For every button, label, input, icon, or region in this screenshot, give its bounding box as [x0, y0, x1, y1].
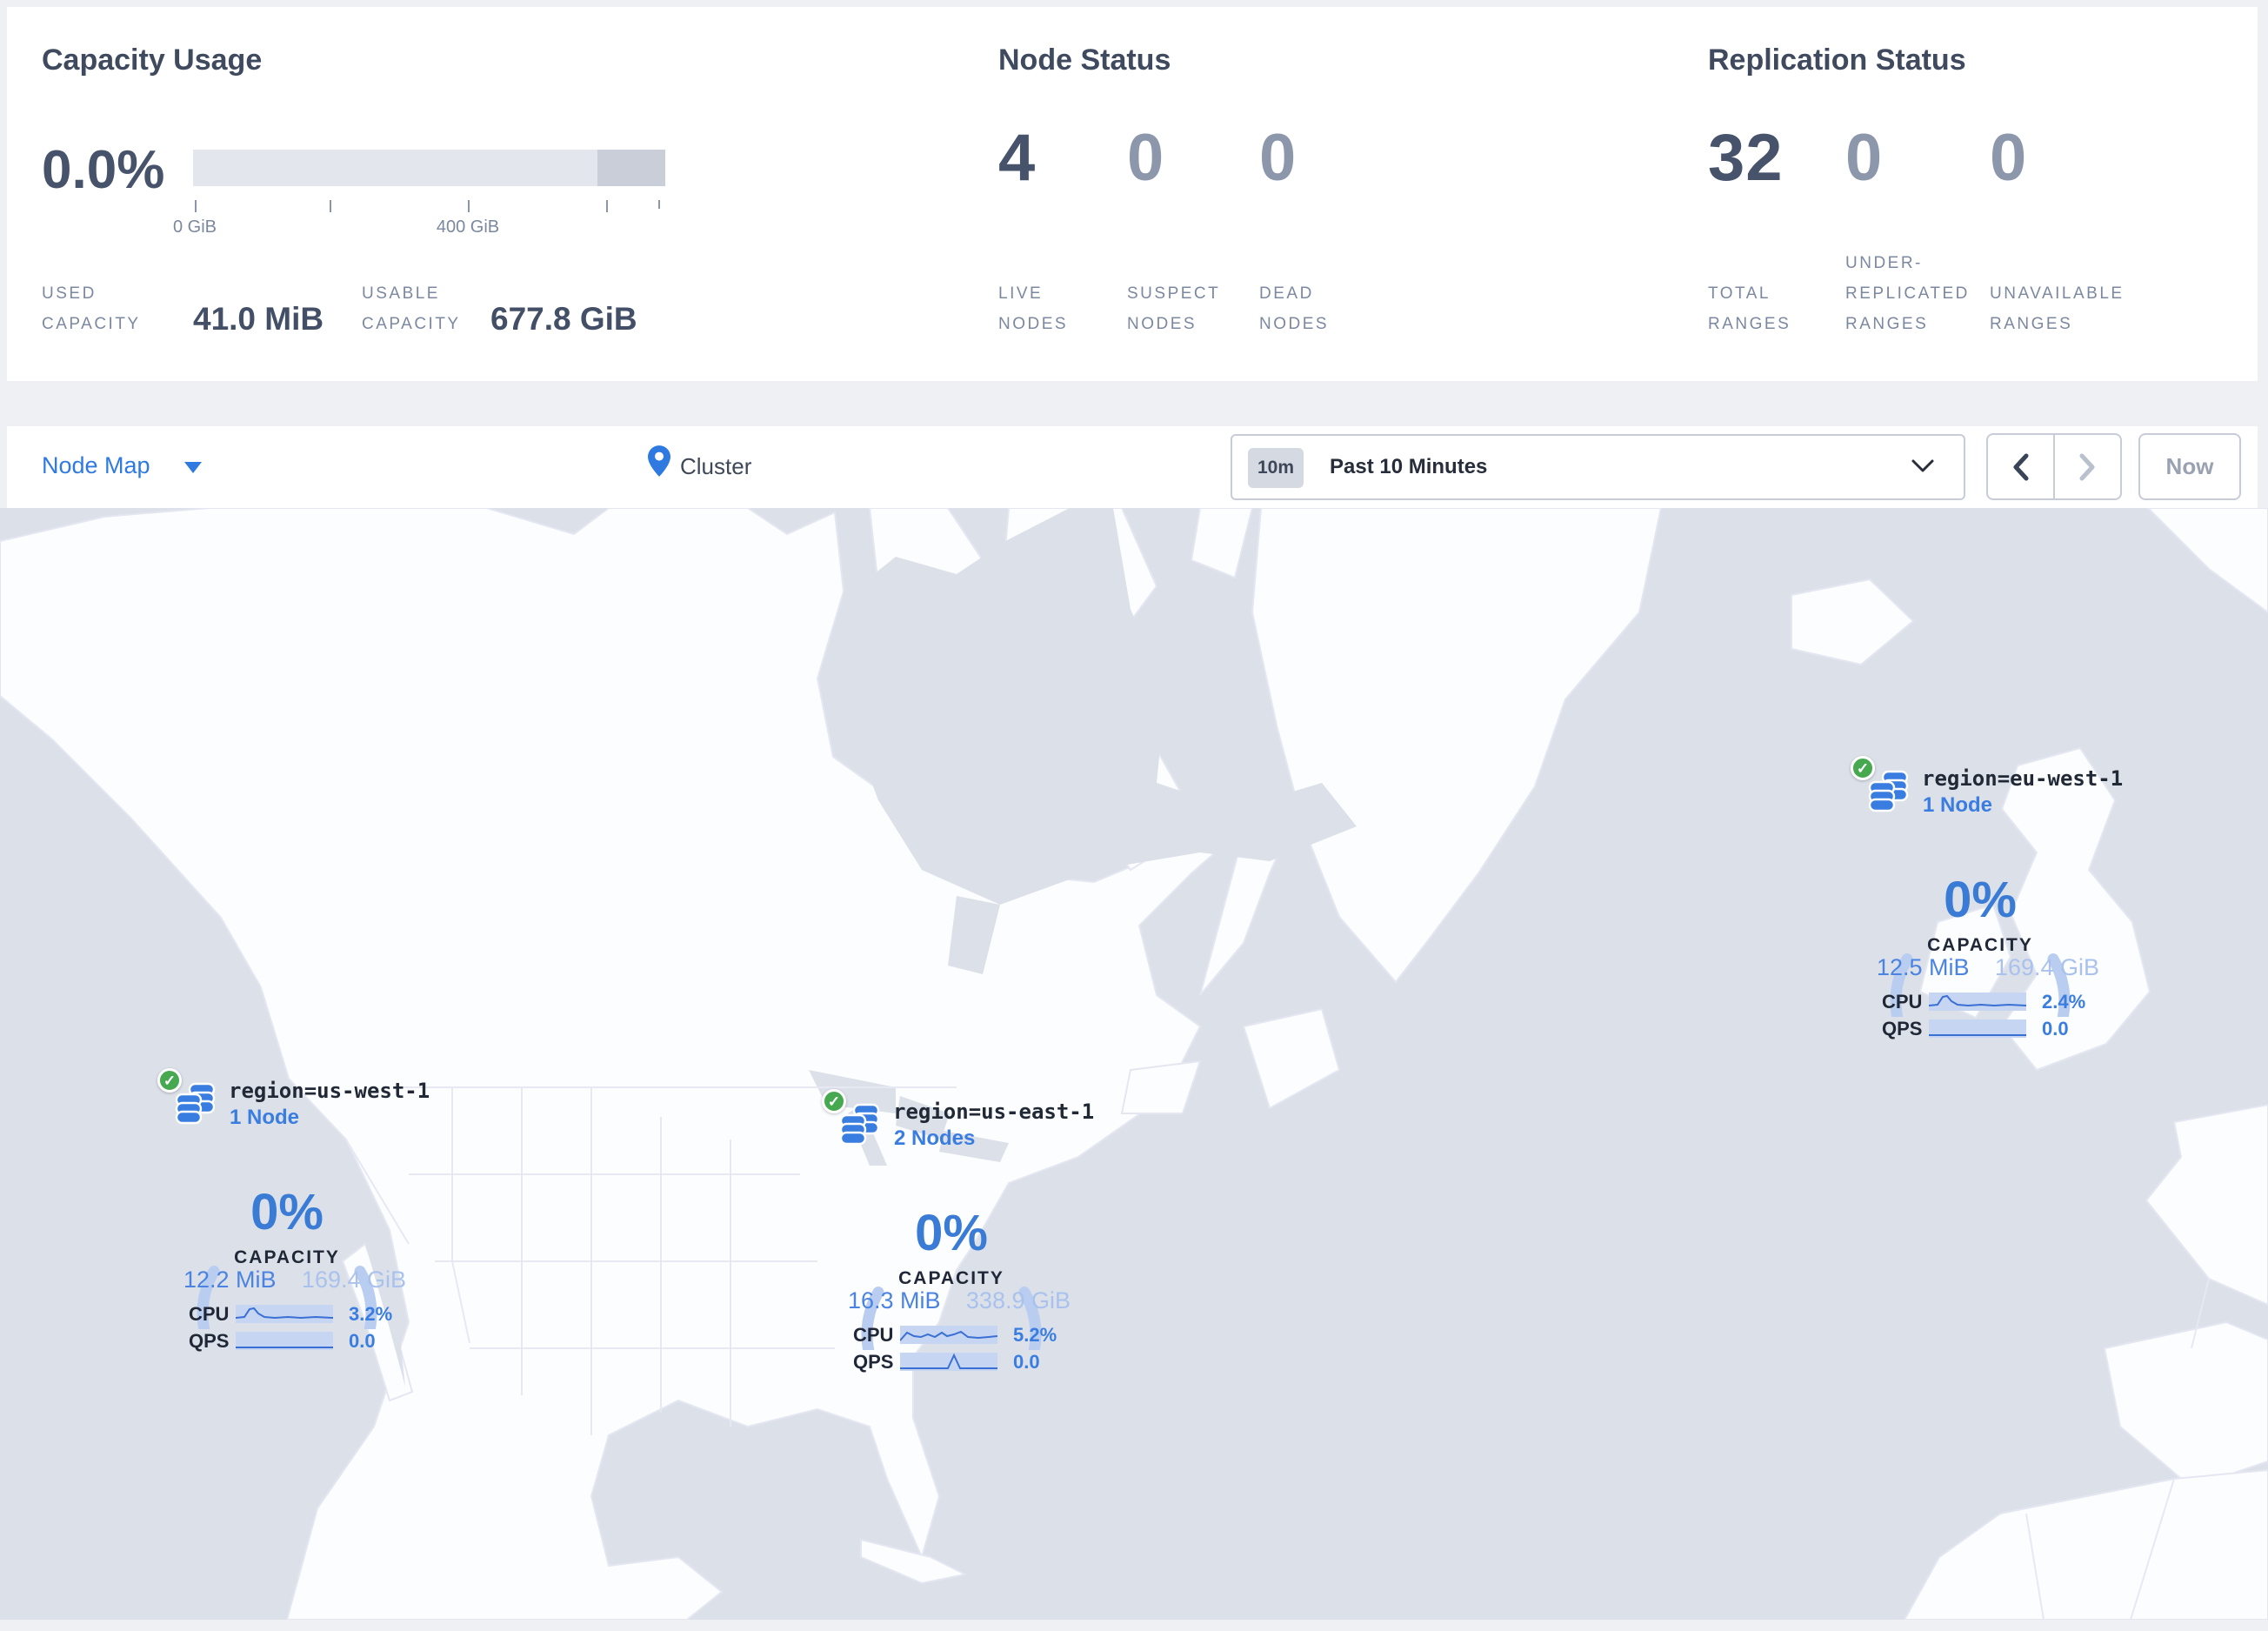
cpu-value: 3.2%: [349, 1303, 393, 1325]
under-replicated-count: 0: [1845, 121, 1884, 195]
dead-nodes-count: 0: [1259, 121, 1297, 195]
capacity-usage-percent: 0.0%: [42, 140, 165, 200]
used-capacity: 12.5 MiB: [1877, 954, 1970, 980]
under-replicated-label: UNDER- REPLICATED RANGES: [1845, 254, 1970, 333]
capacity-percent: 0%: [250, 1184, 324, 1240]
breadcrumb-cluster[interactable]: Cluster: [680, 453, 751, 480]
region-name: region=us-east-1: [893, 1100, 1095, 1124]
region-node-count[interactable]: 2 Nodes: [894, 1126, 975, 1151]
used-capacity-value: 41.0 MiB: [193, 301, 324, 337]
axis-tick: [606, 200, 608, 212]
unavailable-ranges-label: UNAVAILABLE RANGES: [1990, 284, 2125, 333]
map-toolbar: Node Map Cluster 10m Past 10 Minutes Now: [7, 426, 2258, 508]
suspect-nodes-label: SUSPECT NODES: [1127, 284, 1221, 333]
usable-capacity-value: 677.8 GiB: [490, 301, 637, 337]
now-button[interactable]: Now: [2138, 433, 2241, 500]
cpu-label: CPU: [853, 1324, 894, 1346]
cluster-summary-bar: Capacity Usage 0.0% 0 GiB 400 GiB USED C…: [7, 7, 2258, 381]
region-badge-us-east-1[interactable]: ✓ region=us-east-1 2 Nodes 0% CAPACITY 1…: [817, 1089, 1095, 1385]
cpu-label: CPU: [1882, 991, 1923, 1013]
total-ranges-label: TOTAL RANGES: [1708, 284, 1791, 333]
axis-tick: [330, 200, 331, 212]
capacity-percent: 0%: [915, 1205, 988, 1261]
qps-label: QPS: [1882, 1018, 1923, 1039]
database-stack-icon: [839, 1103, 880, 1146]
world-map: [0, 507, 2268, 1621]
view-selector-node-map[interactable]: Node Map: [42, 452, 150, 479]
time-step-forward-button[interactable]: [2053, 435, 2120, 498]
cpu-sparkline: [900, 1326, 997, 1344]
live-nodes-label: LIVE NODES: [998, 284, 1069, 333]
capacity-usage-bar: [193, 150, 665, 186]
used-capacity: 16.3 MiB: [848, 1287, 941, 1313]
live-nodes-count: 4: [998, 121, 1037, 195]
cluster-overview-page: Capacity Usage 0.0% 0 GiB 400 GiB USED C…: [0, 0, 2268, 1631]
usable-capacity: 338.9 GiB: [965, 1287, 1071, 1313]
suspect-nodes-count: 0: [1127, 121, 1165, 195]
qps-row: QPS 0.0: [817, 1351, 1095, 1374]
axis-tick-label: 400 GiB: [436, 217, 500, 237]
qps-value: 0.0: [349, 1330, 376, 1352]
database-stack-icon: [175, 1082, 216, 1125]
qps-value: 0.0: [1013, 1351, 1040, 1373]
used-capacity-label: USED CAPACITY: [42, 284, 141, 333]
replication-status-title: Replication Status: [1708, 43, 1966, 77]
time-range-dropdown[interactable]: 10m Past 10 Minutes: [1231, 434, 1965, 500]
cpu-value: 2.4%: [2042, 991, 2086, 1013]
region-node-count[interactable]: 1 Node: [1923, 793, 1992, 818]
usable-capacity: 169.4 GiB: [301, 1267, 406, 1293]
qps-sparkline: [1929, 1019, 2026, 1038]
axis-tick: [195, 200, 197, 212]
qps-row: QPS 0.0: [1845, 1018, 2124, 1040]
axis-tick: [658, 200, 660, 209]
capacity-usage-title: Capacity Usage: [42, 43, 263, 77]
cpu-sparkline: [236, 1305, 333, 1323]
database-stack-icon: [1868, 770, 1909, 812]
time-range-label: Past 10 Minutes: [1330, 455, 1488, 478]
cpu-value: 5.2%: [1013, 1324, 1057, 1346]
total-ranges-count: 32: [1708, 121, 1784, 195]
dead-nodes-label: DEAD NODES: [1259, 284, 1330, 333]
qps-label: QPS: [853, 1351, 894, 1373]
qps-sparkline: [900, 1353, 997, 1371]
chevron-down-icon: [184, 462, 202, 473]
cpu-row: CPU 2.4%: [1845, 991, 2124, 1013]
axis-tick-label: 0 GiB: [172, 217, 217, 237]
time-range-badge: 10m: [1248, 448, 1304, 488]
node-status-title: Node Status: [998, 43, 1171, 77]
capacity-label: CAPACITY: [898, 1268, 1004, 1288]
used-capacity: 12.2 MiB: [183, 1267, 277, 1293]
qps-sparkline: [236, 1332, 333, 1350]
time-step-back-button[interactable]: [1988, 435, 2055, 498]
region-name: region=eu-west-1: [1922, 766, 2124, 791]
region-name: region=us-west-1: [229, 1079, 430, 1103]
chevron-down-icon: [1911, 459, 1934, 472]
capacity-label: CAPACITY: [1927, 935, 2033, 955]
chevron-left-icon: [2013, 453, 2028, 480]
cpu-label: CPU: [189, 1303, 230, 1325]
location-pin-icon: [648, 445, 670, 477]
cpu-row: CPU 5.2%: [817, 1324, 1095, 1347]
region-badge-us-west-1[interactable]: ✓ region=us-west-1 1 Node 0% CAPACITY 12…: [152, 1068, 430, 1364]
capacity-label: CAPACITY: [234, 1247, 340, 1267]
qps-label: QPS: [189, 1330, 230, 1352]
capacity-usage-bar-nonusable: [597, 150, 665, 186]
qps-value: 0.0: [2042, 1018, 2069, 1039]
region-badge-eu-west-1[interactable]: ✓ region=eu-west-1 1 Node 0% CAPACITY 12…: [1845, 756, 2124, 1052]
unavailable-ranges-count: 0: [1990, 121, 2028, 195]
qps-row: QPS 0.0: [152, 1330, 430, 1353]
capacity-percent: 0%: [1944, 872, 2017, 928]
cpu-row: CPU 3.2%: [152, 1303, 430, 1326]
usable-capacity-label: USABLE CAPACITY: [362, 284, 461, 333]
cpu-sparkline: [1929, 993, 2026, 1011]
node-map-canvas[interactable]: [0, 507, 2268, 1621]
chevron-right-icon: [2079, 453, 2094, 480]
usable-capacity: 169.4 GiB: [1994, 954, 2099, 980]
axis-tick: [468, 200, 470, 212]
region-node-count[interactable]: 1 Node: [230, 1106, 299, 1130]
time-step-control: [1986, 433, 2122, 500]
